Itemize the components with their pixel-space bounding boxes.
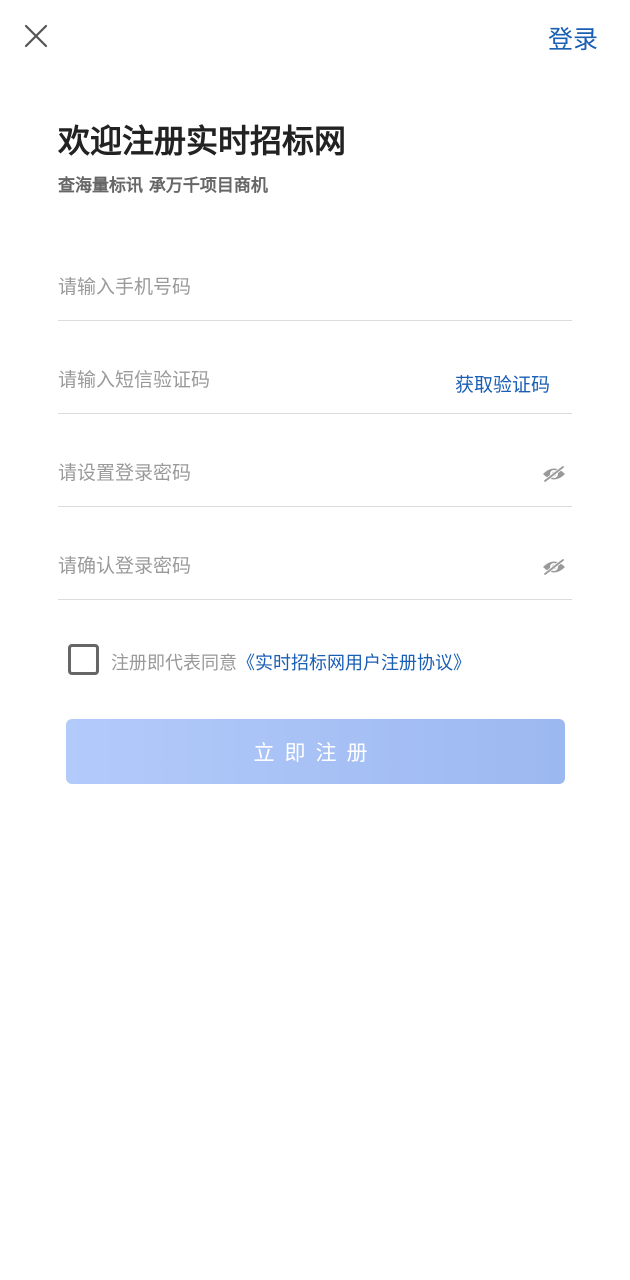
eye-off-icon[interactable] <box>542 465 566 483</box>
sms-code-field: 获取验证码 <box>58 344 572 414</box>
agreement-row: 注册即代表同意《实时招标网用户注册协议》 <box>68 644 588 676</box>
password-input[interactable] <box>58 455 438 491</box>
sms-code-input[interactable] <box>58 362 438 398</box>
page-title: 欢迎注册实时招标网 <box>58 122 347 160</box>
top-bar: 登录 <box>0 0 630 80</box>
confirm-password-field <box>58 530 572 600</box>
agreement-prefix: 注册即代表同意 <box>111 653 237 674</box>
confirm-password-input[interactable] <box>58 548 438 584</box>
close-button[interactable] <box>18 18 54 54</box>
agreement-text: 注册即代表同意《实时招标网用户注册协议》 <box>111 649 471 675</box>
password-field <box>58 437 572 507</box>
register-page: 登录 欢迎注册实时招标网 查海量标讯 承万千项目商机 获取验证码 <box>0 0 630 1280</box>
eye-off-icon[interactable] <box>542 558 566 576</box>
get-code-button[interactable]: 获取验证码 <box>455 370 550 397</box>
phone-field <box>58 251 572 321</box>
page-subtitle: 查海量标讯 承万千项目商机 <box>58 176 268 196</box>
close-icon <box>24 24 48 48</box>
phone-input[interactable] <box>58 269 438 305</box>
agreement-checkbox[interactable] <box>68 644 99 675</box>
register-button[interactable]: 立即注册 <box>66 719 565 784</box>
login-link[interactable]: 登录 <box>548 20 598 56</box>
agreement-link[interactable]: 《实时招标网用户注册协议》 <box>237 653 471 674</box>
